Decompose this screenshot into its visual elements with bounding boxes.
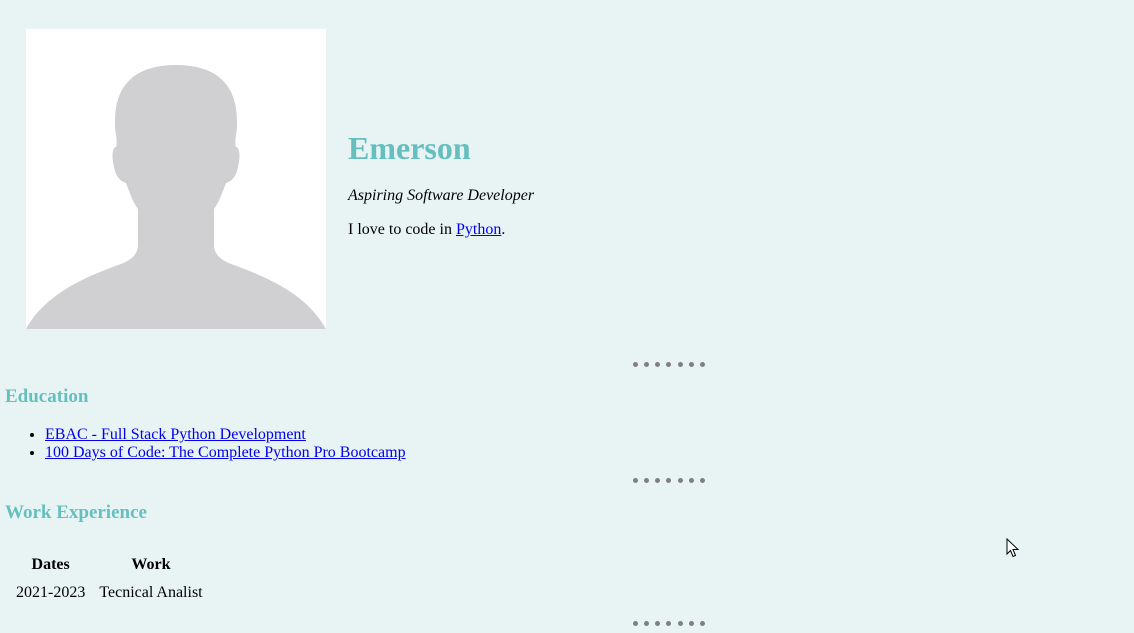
profile-bio: I love to code in Python. bbox=[348, 220, 505, 240]
education-link-ebac[interactable]: EBAC - Full Stack Python Development bbox=[45, 426, 306, 443]
list-item: EBAC - Full Stack Python Development bbox=[45, 426, 406, 444]
column-header-work: Work bbox=[131, 556, 171, 573]
work-experience-table: Dates Work 2021-2023 Tecnical Analist bbox=[8, 550, 211, 608]
education-link-100-days[interactable]: 100 Days of Code: The Complete Python Pr… bbox=[45, 444, 406, 461]
list-item: 100 Days of Code: The Complete Python Pr… bbox=[45, 444, 406, 462]
dotted-divider bbox=[633, 620, 705, 626]
education-heading: Education bbox=[5, 386, 89, 407]
profile-tagline: Aspiring Software Developer bbox=[348, 187, 535, 204]
profile-avatar bbox=[26, 29, 326, 329]
table-row: 2021-2023 Tecnical Analist bbox=[10, 580, 209, 606]
table-cell-dates: 2021-2023 bbox=[16, 584, 86, 601]
python-link[interactable]: Python bbox=[456, 221, 501, 238]
table-cell-work: Tecnical Analist bbox=[99, 584, 203, 601]
table-header-row: Dates Work bbox=[10, 552, 209, 578]
education-list: EBAC - Full Stack Python Development 100… bbox=[5, 426, 406, 462]
dotted-divider bbox=[633, 361, 705, 367]
bio-prefix: I love to code in bbox=[348, 221, 456, 238]
mouse-pointer-icon bbox=[1006, 538, 1020, 558]
person-silhouette-icon bbox=[26, 65, 326, 329]
bio-suffix: . bbox=[501, 221, 506, 238]
dotted-divider bbox=[633, 477, 705, 483]
work-experience-heading: Work Experience bbox=[5, 502, 147, 523]
profile-name: Emerson bbox=[348, 130, 471, 166]
column-header-dates: Dates bbox=[31, 556, 70, 573]
